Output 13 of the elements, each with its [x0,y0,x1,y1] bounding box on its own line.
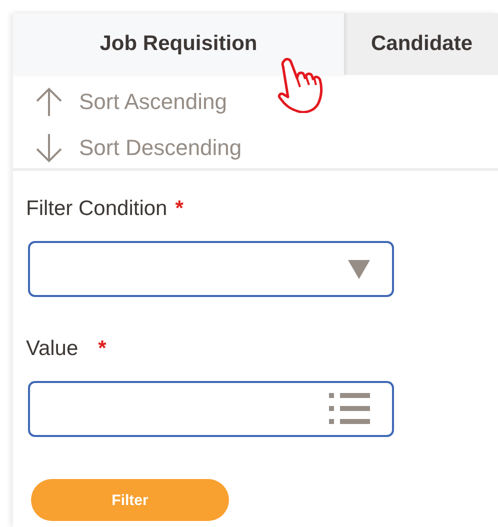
tab[interactable]: Candidate [344,13,498,75]
required-mark: * [175,197,184,221]
tab[interactable]: Job Requisition [13,13,344,75]
list-icon [329,393,370,425]
filter-button[interactable]: Filter [31,479,229,521]
menu-item[interactable]: Sort Ascending [79,89,227,115]
input-field[interactable] [28,381,394,437]
field-label: Value [26,337,78,361]
caret-icon [348,260,370,278]
menu-item[interactable]: Sort Descending [79,135,242,161]
field-label: Filter Condition [26,197,168,221]
required-mark: * [98,337,106,361]
dropdown-field[interactable] [28,241,394,297]
